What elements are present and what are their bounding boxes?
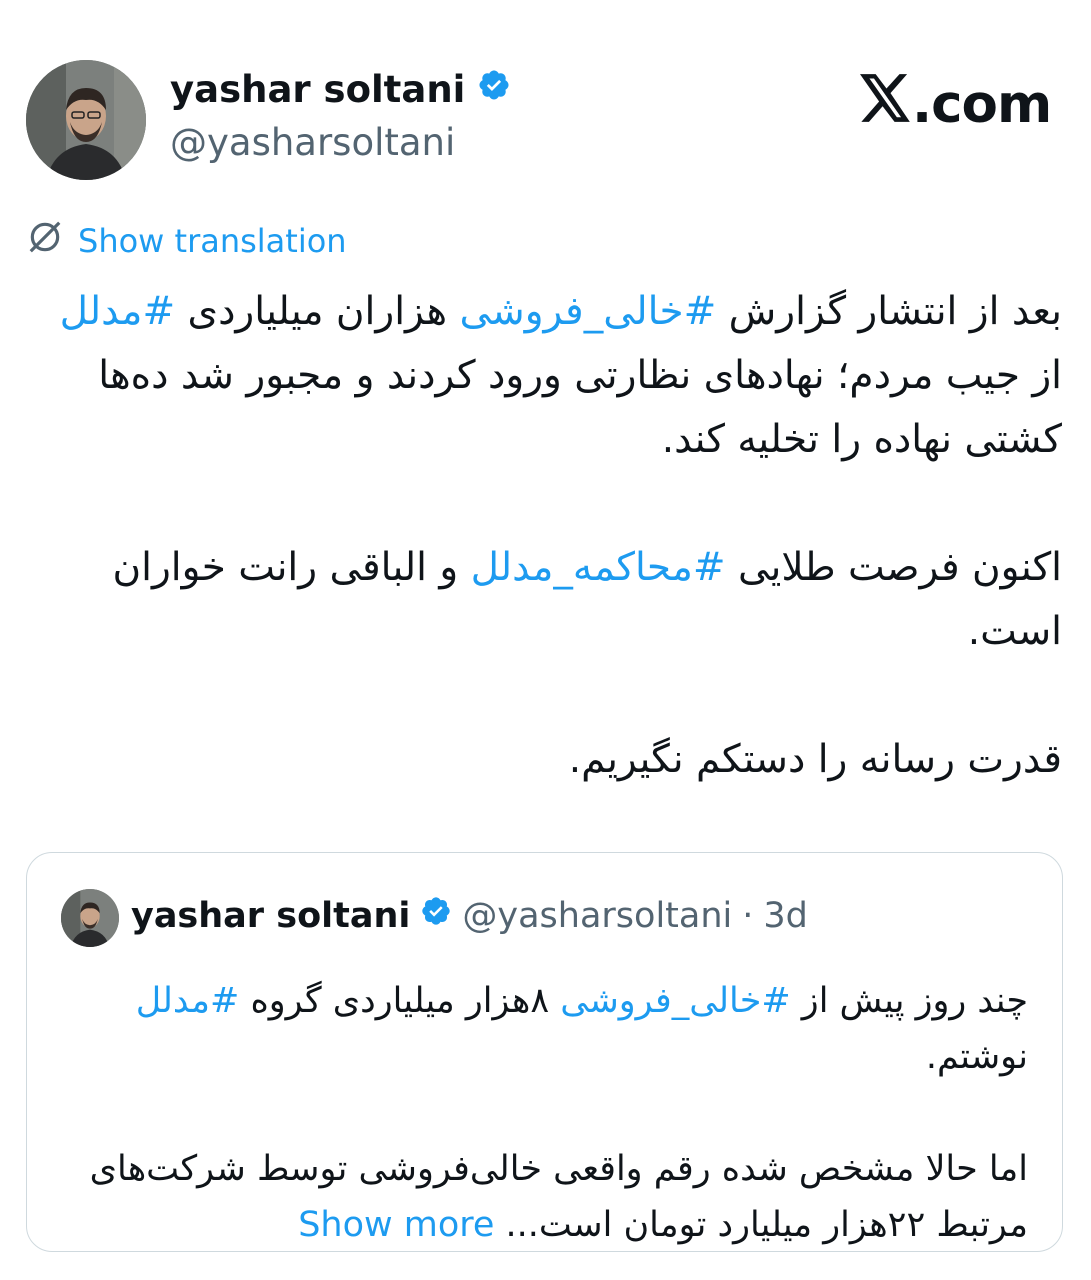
quoted-paragraph-2: اما حالا مشخص شده رقم واقعی خالی‌فروشی ت… [68,1141,1028,1253]
verified-badge-icon [477,68,511,111]
tweet-text-segment: بعد از انتشار گزارش [716,289,1062,334]
show-translation-button[interactable]: Show translation [26,218,347,264]
tweet-text-segment: اکنون فرصت طلایی [725,545,1062,590]
brand-text: .com [912,74,1052,135]
x-logo-icon [860,74,912,135]
tweet-paragraph-1: بعد از انتشار گزارش #خالی_فروشی هزاران م… [30,280,1062,472]
show-more-link[interactable]: Show more [298,1205,494,1245]
quoted-tweet-header: yashar soltani @yasharsoltani · 3d [131,895,808,936]
quoted-paragraph-1: چند روز پیش از #خالی_فروشی ۸هزار میلیارد… [68,973,1028,1085]
quoted-text-segment: چند روز پیش از [790,981,1028,1021]
author-name[interactable]: yashar soltani [170,68,465,111]
hashtag-link[interactable]: #خالی_فروشی [560,981,790,1021]
quoted-author-avatar[interactable] [61,889,119,947]
meta-separator: · [742,895,754,936]
tweet-text-segment: از جیب مردم؛ نهادهای نظارتی ورود کردند و… [98,353,1062,462]
quoted-text-segment: ۸هزار میلیاردی گروه [239,981,561,1021]
author-avatar[interactable] [26,60,146,180]
brand-label: .com [860,74,1052,135]
quoted-text-segment: اما حالا مشخص شده رقم واقعی خالی‌فروشی ت… [89,1149,1028,1245]
tweet-text: بعد از انتشار گزارش #خالی_فروشی هزاران م… [30,280,1062,792]
quoted-author-handle[interactable]: @yasharsoltani [462,896,732,936]
quoted-tweet-card[interactable]: yashar soltani @yasharsoltani · 3d چند ر… [26,852,1063,1252]
author-name-row[interactable]: yashar soltani [170,68,511,111]
author-handle[interactable]: @yasharsoltani [170,121,455,164]
hashtag-link[interactable]: #مدلل [136,981,240,1021]
hashtag-link[interactable]: #مدلل [60,289,175,334]
quoted-text-segment: نوشتم. [925,1037,1028,1077]
show-translation-label[interactable]: Show translation [78,222,347,260]
tweet-text-segment: هزاران میلیاردی [175,289,460,334]
quoted-tweet-text: چند روز پیش از #خالی_فروشی ۸هزار میلیارد… [68,973,1028,1253]
hashtag-link[interactable]: #خالی_فروشی [460,289,717,334]
translate-icon [26,218,64,264]
verified-badge-icon [420,895,452,936]
quoted-author-name[interactable]: yashar soltani [131,896,410,936]
quoted-tweet-time[interactable]: 3d [763,896,808,936]
tweet-paragraph-2: اکنون فرصت طلایی #محاکمه_مدلل و الباقی ر… [30,536,1062,664]
avatar-photo [26,60,146,180]
avatar-photo [61,889,119,947]
tweet-paragraph-3: قدرت رسانه را دستکم نگیریم. [568,737,1062,782]
hashtag-link[interactable]: #محاکمه_مدلل [471,545,726,590]
